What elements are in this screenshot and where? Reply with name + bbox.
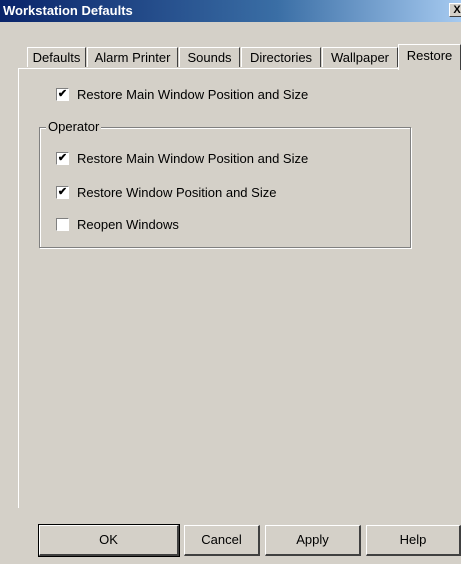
tab-label: Directories — [249, 50, 313, 65]
tab-label: Restore — [406, 48, 453, 63]
tab-sounds[interactable]: Sounds — [179, 47, 240, 67]
workstation-defaults-dialog: Workstation Defaults X Defaults Alarm Pr… — [0, 0, 461, 564]
tab-alarm-printer[interactable]: Alarm Printer — [87, 47, 178, 67]
close-icon: X — [453, 4, 461, 16]
title-bar[interactable]: Workstation Defaults X — [0, 0, 461, 22]
tab-label: Sounds — [187, 50, 232, 65]
ok-button[interactable]: OK — [38, 524, 180, 557]
help-button[interactable]: Help — [366, 525, 461, 556]
tab-wallpaper[interactable]: Wallpaper — [322, 47, 398, 67]
tab-defaults[interactable]: Defaults — [27, 47, 86, 67]
tab-directories[interactable]: Directories — [241, 47, 321, 67]
restore-tab-panel — [18, 68, 461, 508]
tab-label: Defaults — [32, 50, 81, 65]
tab-label: Wallpaper — [330, 50, 390, 65]
cancel-button[interactable]: Cancel — [184, 525, 260, 556]
tab-restore[interactable]: Restore — [398, 44, 461, 70]
close-button[interactable]: X — [449, 3, 461, 17]
apply-button[interactable]: Apply — [265, 525, 361, 556]
window-title: Workstation Defaults — [3, 3, 133, 18]
tab-label: Alarm Printer — [94, 50, 171, 65]
